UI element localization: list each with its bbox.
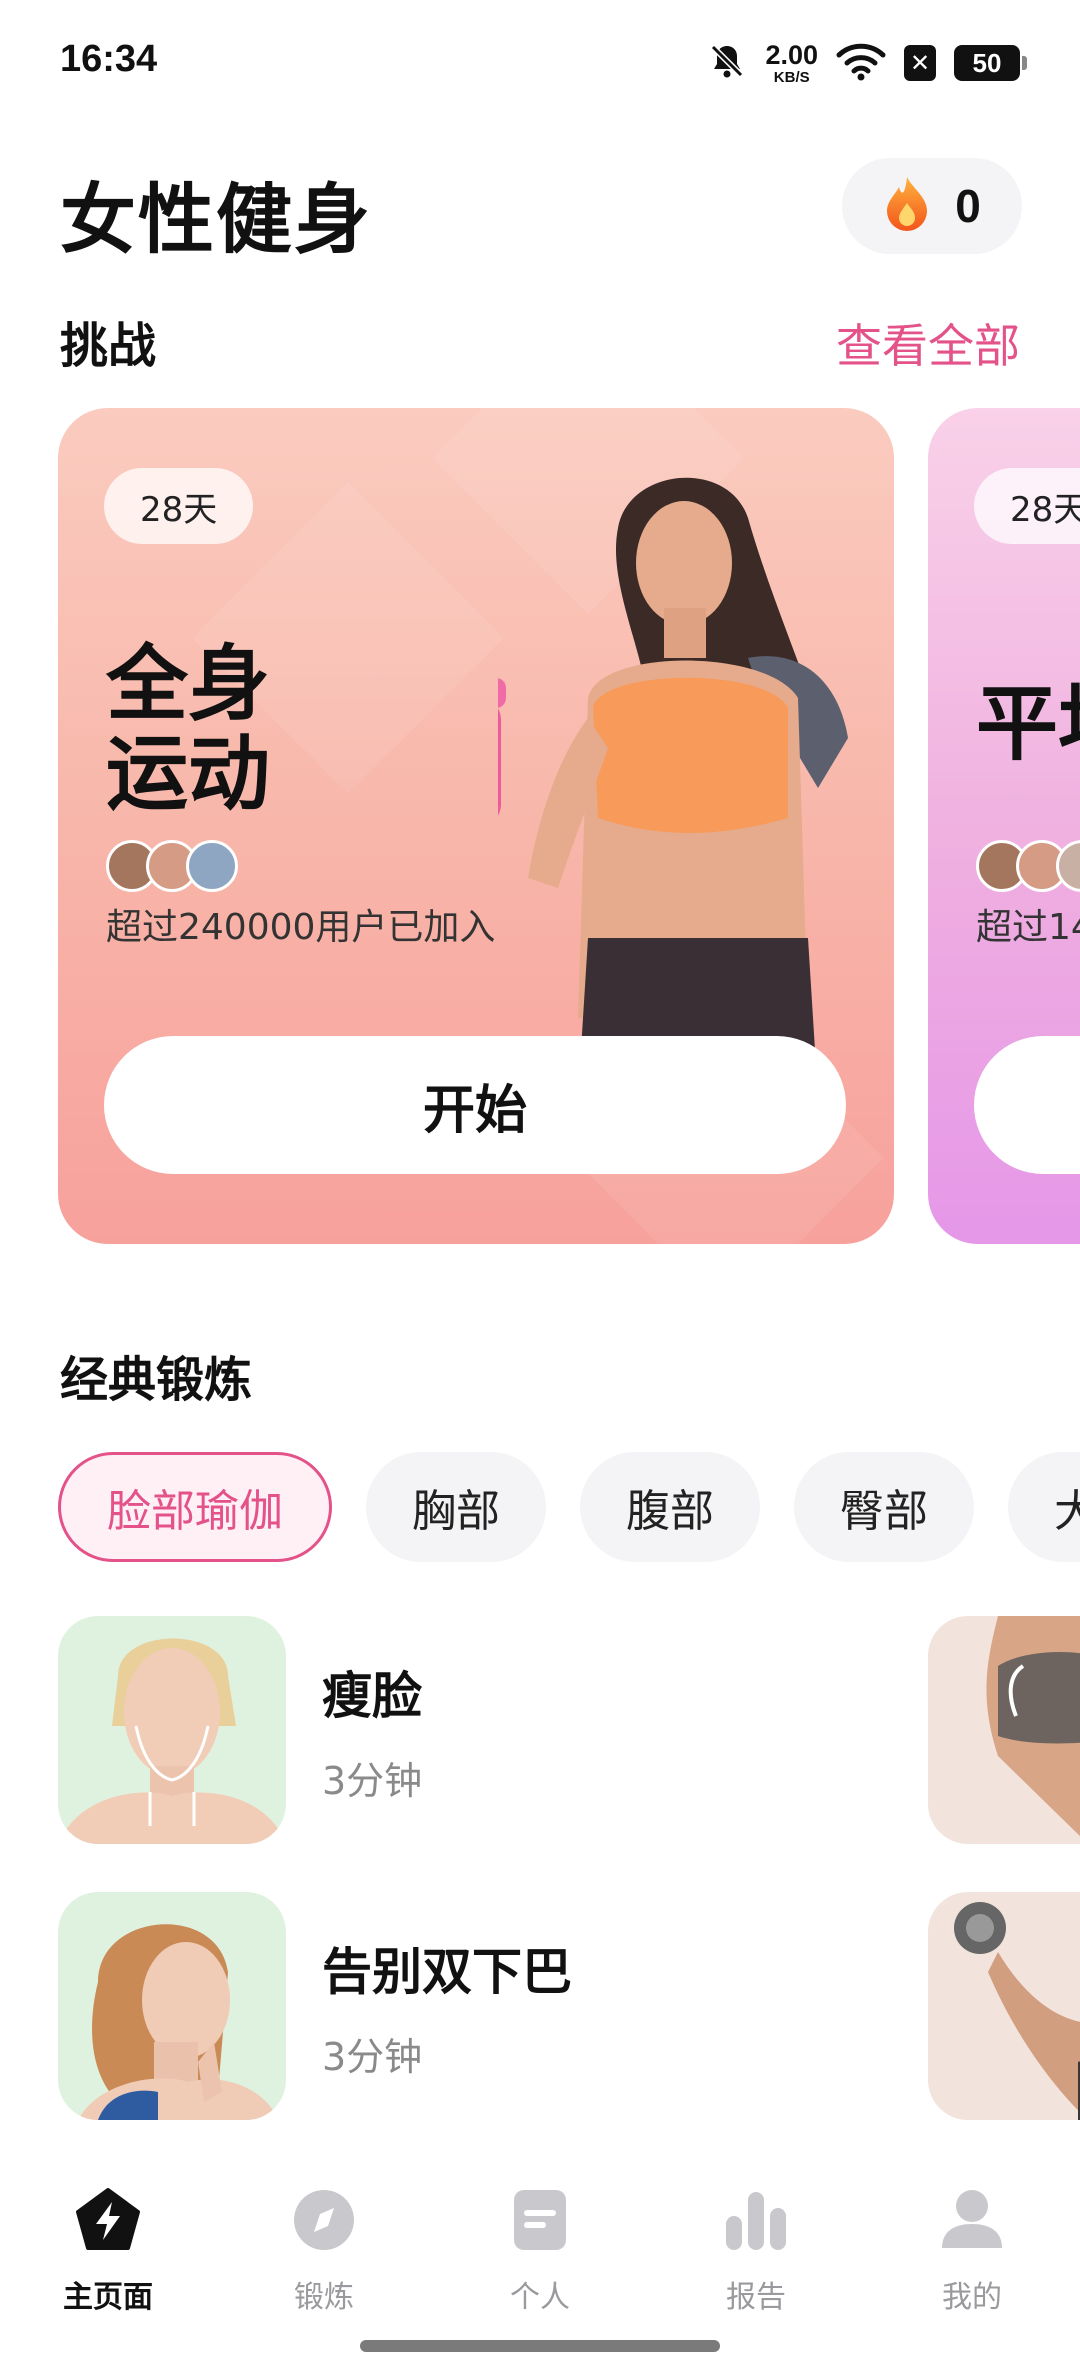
net-speed: 2.00 KB/S xyxy=(765,39,818,86)
chip-glutes[interactable]: 臀部 xyxy=(794,1452,974,1562)
workout-name: 瘦脸 xyxy=(322,1666,422,1725)
document-icon xyxy=(506,2186,574,2258)
avatar xyxy=(186,840,238,892)
workout-name: 告别双下巴 xyxy=(322,1942,572,2001)
nav-label: 个人 xyxy=(510,2280,570,2315)
net-speed-value: 2.00 xyxy=(765,39,818,70)
compass-icon xyxy=(290,2186,358,2258)
challenge-section-title: 挑战 xyxy=(60,318,157,374)
streak-count: 0 xyxy=(955,180,981,232)
bar-chart-icon xyxy=(722,2186,790,2258)
challenge-days-badge: 28天 xyxy=(974,468,1080,544)
status-icons: 2.00 KB/S ✕ 50 xyxy=(707,39,1027,86)
status-bar: 16:34 2.00 KB/S ✕ 50 xyxy=(0,0,1080,120)
nav-label: 我的 xyxy=(942,2280,1002,2315)
wifi-icon xyxy=(836,41,886,85)
joined-count-text: 超过240000用户已加入 xyxy=(106,907,496,948)
workout-thumbnail-right[interactable] xyxy=(928,1616,1080,1844)
workout-duration: 3分钟 xyxy=(322,1758,423,1803)
chip-abs[interactable]: 腹部 xyxy=(580,1452,760,1562)
battery-level: 50 xyxy=(972,47,1002,78)
profile-icon xyxy=(938,2186,1006,2258)
workout-duration: 3分钟 xyxy=(322,2034,423,2079)
bell-muted-icon xyxy=(707,41,747,85)
see-all-link[interactable]: 查看全部 xyxy=(836,310,1020,376)
nav-mine[interactable]: 我的 xyxy=(892,2186,1052,2316)
joined-avatars xyxy=(976,840,1080,892)
nav-label: 主页面 xyxy=(63,2280,153,2315)
nav-report[interactable]: 报告 xyxy=(676,2186,836,2316)
joined-count-text: 超过14 xyxy=(976,907,1080,948)
start-button[interactable]: 开始 xyxy=(104,1036,846,1174)
category-chips: 脸部瑜伽 胸部 腹部 臀部 大 xyxy=(58,1452,1080,1562)
workout-item-slim-face[interactable]: 瘦脸 3分钟 xyxy=(58,1616,422,1844)
sim-x-icon: ✕ xyxy=(904,45,936,81)
home-bolt-icon xyxy=(74,2186,142,2258)
home-indicator[interactable] xyxy=(360,2340,720,2352)
nav-personal[interactable]: 个人 xyxy=(460,2186,620,2316)
chip-more[interactable]: 大 xyxy=(1008,1452,1080,1562)
nav-label: 报告 xyxy=(726,2280,786,2315)
challenge-card-full-body[interactable]: 28天 全身 运动 超过240000用户已加入 开始 xyxy=(58,408,894,1244)
streak-button[interactable]: 0 xyxy=(842,158,1022,254)
status-time: 16:34 xyxy=(60,38,158,80)
nav-workout[interactable]: 锻炼 xyxy=(244,2186,404,2316)
challenge-days-badge: 28天 xyxy=(104,468,254,544)
workout-thumbnail-right[interactable] xyxy=(928,1892,1080,2120)
nav-label: 锻炼 xyxy=(294,2280,354,2315)
battery-icon: 50 xyxy=(954,45,1027,81)
fitness-model-image xyxy=(498,477,848,1098)
workout-thumbnail xyxy=(58,1892,286,2120)
challenge-card-title: 全身 运动 xyxy=(106,637,271,822)
classic-section-title: 经典锻炼 xyxy=(60,1352,253,1408)
net-speed-unit: KB/S xyxy=(773,68,810,86)
workout-thumbnail xyxy=(58,1616,286,1844)
start-button[interactable] xyxy=(974,1036,1080,1174)
chip-chest[interactable]: 胸部 xyxy=(366,1452,546,1562)
flame-icon xyxy=(883,175,931,237)
page-title: 女性健身 xyxy=(60,175,372,264)
workout-item-double-chin[interactable]: 告别双下巴 3分钟 xyxy=(58,1892,572,2120)
joined-avatars xyxy=(106,840,238,892)
challenge-card-title: 平坦 xyxy=(976,677,1080,772)
nav-home[interactable]: 主页面 xyxy=(28,2186,188,2316)
chip-face-yoga[interactable]: 脸部瑜伽 xyxy=(58,1452,332,1562)
challenge-card-flat-belly[interactable]: 28天 平坦 超过14 xyxy=(928,408,1080,1244)
app-screen: 16:34 2.00 KB/S ✕ 50 女性健身 0 挑战 查看全部 28天 … xyxy=(0,0,1080,2376)
